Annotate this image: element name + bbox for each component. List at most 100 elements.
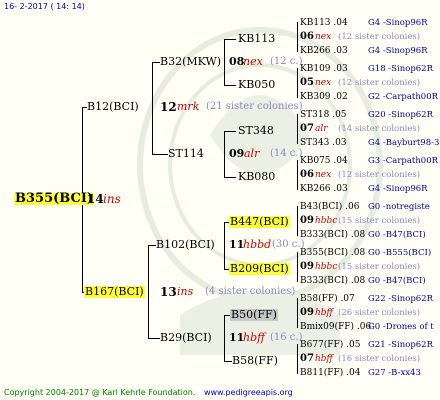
gen4-race: hbbc bbox=[315, 216, 338, 226]
gen4-sisters: (26 sister colonies) bbox=[338, 308, 421, 318]
connector bbox=[224, 222, 225, 269]
connector bbox=[148, 245, 156, 246]
gen4-top-id: B677(FF) .05 bbox=[300, 340, 361, 350]
gen4-bottom-id: B333(BCI) .08 bbox=[300, 230, 366, 240]
gen4-race: nex bbox=[315, 78, 332, 88]
gen4-number: 07 bbox=[300, 353, 314, 364]
gen4-top-id: B355(BCI) .08 bbox=[300, 248, 366, 258]
gen4-top-line: G18 -Sinop62R bbox=[368, 64, 433, 74]
gen4-bottom-line: G2 -Carpath00R bbox=[368, 92, 439, 102]
connector bbox=[152, 62, 160, 63]
gen4-top-id: B43(BCI) .06 bbox=[300, 202, 360, 212]
connector bbox=[297, 344, 298, 374]
gen2-a-sisters: (12 c.) bbox=[270, 56, 303, 67]
gen4-bottom-id: Bmix09(FF) .06 bbox=[300, 322, 372, 332]
gen2-a-race: nex bbox=[243, 55, 263, 68]
gen4-top-id: KB109 .03 bbox=[300, 64, 348, 74]
gen2-b-number: 09 bbox=[229, 147, 245, 160]
gen4-top-line: G3 -Carpath00R bbox=[368, 156, 439, 166]
gen4-top-id: B58(FF) .07 bbox=[300, 294, 355, 304]
gen2-b-sisters: (14 c.) bbox=[270, 148, 303, 159]
gen3-queen: KB080 bbox=[238, 170, 276, 183]
gen4-bottom-id: KB309 .02 bbox=[300, 92, 348, 102]
pedigree-chart: 16- 2-2017 ( 14: 14) B355(BCI) 14 ins B1… bbox=[0, 0, 440, 400]
gen2-a-queen: B32(MKW) bbox=[160, 55, 222, 68]
footer: Copyright 2004-2017 @ Karl Kehrle Founda… bbox=[4, 388, 293, 397]
gen4-race: hbff bbox=[315, 354, 333, 364]
gen4-number: 06 bbox=[300, 31, 314, 42]
gen2-c-queen: B102(BCI) bbox=[156, 238, 215, 251]
connector bbox=[297, 68, 298, 98]
connector bbox=[297, 160, 298, 190]
connector bbox=[297, 206, 298, 236]
gen4-bottom-line: G4 -Sinop96R bbox=[368, 184, 428, 194]
gen4-top-line: G4 -Sinop96R bbox=[368, 18, 428, 28]
root-queen: B355(BCI) bbox=[14, 191, 95, 206]
gen4-bottom-id: B333(BCI) .08 bbox=[300, 276, 366, 286]
gen1-top-queen: B12(BCI) bbox=[87, 100, 139, 113]
gen2-d-sisters: (16 c.) bbox=[270, 332, 303, 343]
gen4-bottom-line: G4 -Bayburt98-3 bbox=[368, 138, 440, 148]
connector bbox=[224, 131, 225, 177]
root-race: ins bbox=[103, 192, 121, 206]
gen3-queen: KB050 bbox=[238, 78, 276, 91]
gen4-bottom-line: G0 -B47(BCI) bbox=[368, 276, 426, 286]
connector bbox=[297, 114, 298, 144]
connector bbox=[152, 62, 153, 154]
gen4-bottom-id: B811(FF) .04 bbox=[300, 368, 361, 378]
connector bbox=[224, 39, 236, 40]
gen2-d-race: hbff bbox=[243, 331, 265, 344]
gen4-bottom-line: G0 -B47(BCI) bbox=[368, 230, 426, 240]
gen4-number: 09 bbox=[300, 215, 314, 226]
gen4-race: hbff bbox=[315, 308, 333, 318]
gen4-top-id: KB075 .04 bbox=[300, 156, 348, 166]
gen1-top-race: mrk bbox=[177, 100, 200, 113]
copyright-text: Copyright 2004-2017 @ Karl Kehrle Founda… bbox=[4, 388, 196, 397]
gen4-top-line: G21 -Sinop62R bbox=[368, 340, 433, 350]
gen4-top-line: G0 -notregiste bbox=[368, 202, 430, 212]
root-number: 14 bbox=[87, 192, 104, 206]
gen4-sisters: (15 sister colonies) bbox=[338, 216, 421, 226]
gen4-race: hbbc bbox=[315, 262, 338, 272]
connector bbox=[224, 85, 236, 86]
gen4-race: alr bbox=[315, 124, 328, 134]
connector bbox=[224, 177, 236, 178]
gen4-number: 06 bbox=[300, 169, 314, 180]
gen3-queen: B50(FF) bbox=[230, 308, 278, 321]
gen4-top-line: G0 -B555(BCI) bbox=[368, 248, 432, 258]
gen1-top-sisters: (21 sister colonies) bbox=[206, 101, 303, 112]
connector bbox=[297, 252, 298, 282]
gen4-number: 07 bbox=[300, 123, 314, 134]
gen4-top-line: G20 -Sinop62R bbox=[368, 110, 433, 120]
gen4-bottom-id: ST343 .03 bbox=[300, 138, 347, 148]
gen4-race: nex bbox=[315, 32, 332, 42]
gen4-sisters: (14 sister colonies) bbox=[338, 124, 421, 134]
connector bbox=[224, 361, 232, 362]
gen4-sisters: (12 sister colonies) bbox=[338, 78, 421, 88]
gen3-queen: B447(BCI) bbox=[229, 215, 290, 228]
site-link[interactable]: www.pedigreeapis.org bbox=[204, 388, 293, 397]
gen4-bottom-id: KB266 .03 bbox=[300, 184, 348, 194]
gen1-bottom-sisters: (4 sister colonies) bbox=[205, 286, 296, 297]
gen4-sisters: (12 sister colonies) bbox=[338, 170, 421, 180]
connector bbox=[152, 154, 168, 155]
gen3-queen: B209(BCI) bbox=[229, 262, 290, 275]
gen4-sisters: (16 sister colonies) bbox=[338, 354, 421, 364]
connector bbox=[224, 315, 225, 361]
connector bbox=[224, 39, 225, 85]
gen2-b-queen: ST114 bbox=[168, 147, 204, 160]
gen4-number: 05 bbox=[300, 77, 314, 88]
gen4-bottom-id: KB266 .03 bbox=[300, 46, 348, 56]
gen4-top-line: G22 -Sinop62R bbox=[368, 294, 433, 304]
connector bbox=[297, 22, 298, 52]
gen2-c-race: hbbd bbox=[243, 238, 272, 251]
gen1-bottom-queen: B167(BCI) bbox=[84, 285, 145, 298]
gen4-race: nex bbox=[315, 170, 332, 180]
date-header: 16- 2-2017 ( 14: 14) bbox=[4, 2, 85, 11]
gen4-bottom-line: G27 -B-xx43 bbox=[368, 368, 421, 378]
gen4-number: 09 bbox=[300, 261, 314, 272]
gen4-top-id: KB113 .04 bbox=[300, 18, 348, 28]
gen3-queen: B58(FF) bbox=[232, 354, 278, 367]
gen4-bottom-line: G4 -Sinop96R bbox=[368, 46, 428, 56]
gen4-top-id: ST318 .05 bbox=[300, 110, 347, 120]
